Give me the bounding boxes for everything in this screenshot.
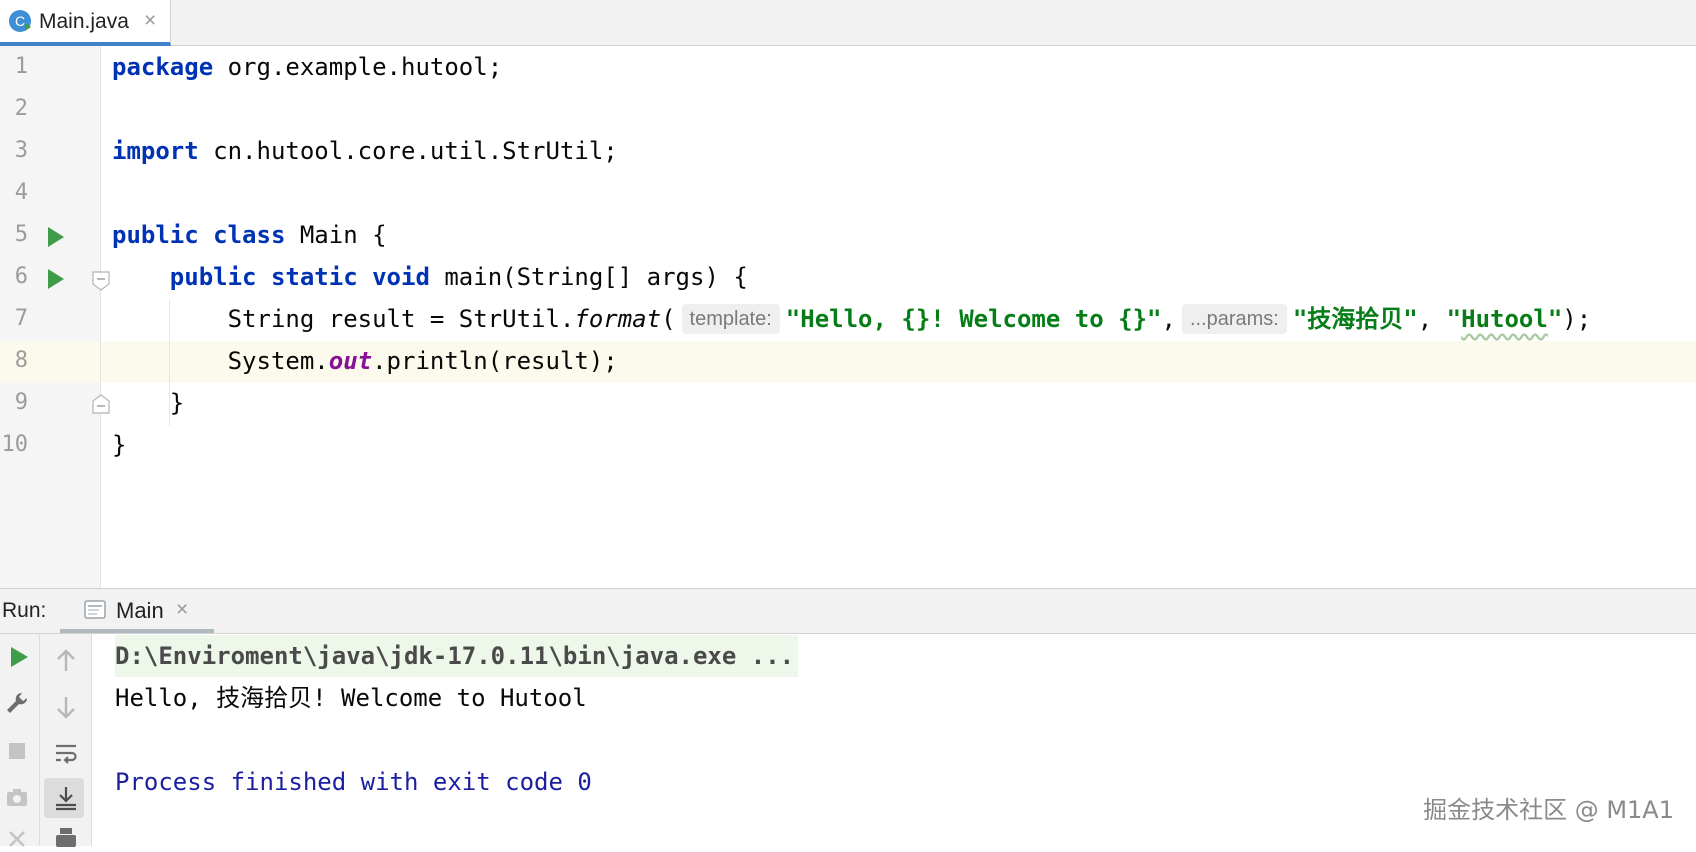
run-main-icon[interactable] [46,268,66,290]
watermark: 掘金技术社区 @ M1A1 [1423,796,1674,824]
run-class-icon[interactable] [46,226,66,248]
keyword-static: static [270,263,358,291]
import-path: cn.hutool.core.util.StrUtil; [198,137,618,165]
stop-icon[interactable] [4,738,30,764]
arrow-up-icon[interactable] [53,648,79,674]
method-signature: main(String[] args) { [429,263,748,291]
console-exit-line: Process finished with exit code 0 [115,768,592,796]
line-number: 9 [14,390,28,415]
parameter-hint-params: ...params: [1181,304,1287,334]
console-output-line: Hello, 技海拾贝! Welcome to Hutool [115,684,587,712]
fold-close-icon[interactable] [92,394,110,414]
close-run-icon[interactable] [4,826,30,852]
string-literal: " [1446,305,1462,333]
tab-title: Main.java [39,10,129,33]
soft-wrap-icon[interactable] [53,740,79,766]
console-command-line[interactable]: D:\Enviroment\java\jdk-17.0.11\bin\java.… [115,635,799,677]
code-line-9: } [112,389,185,417]
code-line-6: public static void main(String[] args) { [112,256,748,298]
code-text: ( [661,305,676,333]
tab-close-icon[interactable]: × [144,9,156,33]
fold-open-icon[interactable] [92,271,110,291]
keyword-public: public [169,263,257,291]
run-tab-close-icon[interactable]: × [176,598,188,622]
java-class-icon: C [9,10,31,32]
parameter-hint-template: template: [681,304,780,334]
method-format: format [574,305,662,333]
code-text: , [1417,305,1447,333]
string-literal: "Hello, {}! Welcome to {}" [785,305,1162,333]
run-label: Run: [2,599,47,622]
svg-text:C: C [15,13,25,29]
string-literal: " [1547,305,1563,333]
camera-icon[interactable] [4,784,30,810]
code-editor[interactable]: 1 2 3 4 5 6 7 8 9 10 package org.example… [0,46,1696,588]
code-line-8: System.out.println(result); [112,340,618,382]
code-text: String result = StrUtil. [112,305,575,333]
code-line-3: import cn.hutool.core.util.StrUtil; [112,130,618,172]
tab-main-java[interactable]: C Main.java × [0,0,171,46]
line-number: 10 [1,432,29,457]
string-literal: "技海拾贝" [1292,305,1418,333]
run-tab-title: Main [116,598,164,623]
arrow-down-icon[interactable] [53,694,79,720]
keyword-public: public [112,221,199,249]
class-declaration: Main { [285,221,387,249]
typo-highlight: Hutool [1461,305,1548,333]
rerun-icon[interactable] [6,644,32,670]
line-number: 5 [14,222,28,247]
line-number: 1 [14,54,28,79]
scroll-to-end-icon[interactable] [53,785,79,811]
code-text: , [1161,305,1176,333]
keyword-class: class [213,221,286,249]
code-line-10: } [112,431,127,459]
line-number: 7 [14,306,28,331]
editor-tab-bar: C Main.java × [0,0,1696,46]
code-text: ); [1562,305,1592,333]
run-toolbar-primary [0,634,40,847]
line-number: 6 [14,264,28,289]
code-text: .println(result); [372,347,618,375]
line-number: 4 [14,180,28,205]
print-icon[interactable] [53,826,79,852]
line-number: 2 [14,96,28,121]
line-number: 3 [14,138,28,163]
keyword-void: void [372,263,430,291]
console-icon [84,600,106,619]
package-name: org.example.hutool; [213,53,503,81]
run-tab-main[interactable]: Main × [60,589,214,633]
run-window-header: Run: Main × [0,588,1696,634]
code-line-1: package org.example.hutool; [112,46,502,88]
code-text: System. [112,347,329,375]
keyword-import: import [112,137,199,165]
static-field-out: out [328,347,373,375]
run-toolbar-secondary [40,634,92,847]
code-line-7: String result = StrUtil.format(template:… [112,298,1591,340]
line-number: 8 [14,348,28,373]
keyword-package: package [112,53,214,81]
wrench-icon[interactable] [4,690,30,716]
code-line-5: public class Main { [112,214,387,256]
